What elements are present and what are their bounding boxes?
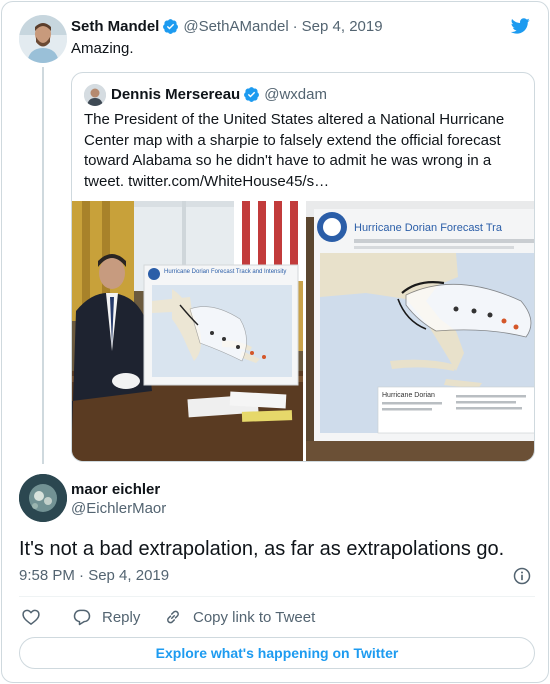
author-display-name[interactable]: Seth Mandel	[71, 18, 159, 35]
verified-badge-icon	[244, 87, 260, 102]
reply-author-handle[interactable]: @EichlerMaor	[71, 500, 166, 517]
like-button[interactable]	[21, 607, 51, 627]
right-map-title: Hurricane Dorian Forecast Tra	[354, 222, 503, 234]
tweet-date[interactable]: Sep 4, 2019	[302, 18, 383, 35]
tweet-embed-card: Seth Mandel @SethAMandel · Sep 4, 2019 A…	[1, 1, 549, 683]
quoted-author-handle[interactable]: @wxdam	[264, 86, 327, 103]
quoted-author-name[interactable]: Dennis Mersereau	[111, 86, 240, 103]
media-photo-map-closeup[interactable]: Hurricane Dorian Forecast Tra Hurricane …	[306, 201, 534, 461]
author-handle[interactable]: @SethAMandel	[183, 18, 288, 35]
heart-icon	[22, 609, 40, 625]
tweet-text: Amazing.	[71, 40, 134, 57]
avatar[interactable]	[19, 15, 67, 63]
copy-link-button[interactable]: Copy link to Tweet	[163, 607, 315, 627]
reply-avatar[interactable]	[19, 474, 67, 522]
info-icon[interactable]	[512, 566, 532, 586]
reply-label[interactable]: Reply	[102, 609, 140, 626]
twitter-bird-icon[interactable]	[509, 16, 531, 36]
thread-connector-line	[42, 67, 44, 464]
link-icon	[167, 610, 179, 624]
quoted-author-row[interactable]: Dennis Mersereau @wxdam	[111, 86, 327, 103]
quoted-media[interactable]: Hurricane Dorian Forecast Track and Inte…	[72, 201, 534, 461]
reply-text: It's not a bad extrapolation, as far as …	[19, 538, 505, 560]
explore-button[interactable]: Explore what's happening on Twitter	[19, 637, 535, 669]
left-map-title: Hurricane Dorian Forecast Track and Inte…	[164, 269, 286, 275]
author-name-row[interactable]: Seth Mandel @SethAMandel · Sep 4, 2019	[71, 18, 383, 35]
right-map-label: Hurricane Dorian	[382, 392, 435, 399]
reply-timestamp[interactable]: 9:58 PM · Sep 4, 2019	[19, 567, 169, 584]
reply-author-name[interactable]: maor eichler	[71, 481, 160, 498]
verified-badge-icon	[163, 19, 179, 34]
copy-link-label[interactable]: Copy link to Tweet	[193, 609, 315, 626]
quoted-avatar[interactable]	[84, 84, 106, 106]
quoted-tweet-text: The President of the United States alter…	[84, 111, 505, 190]
media-photo-office[interactable]: Hurricane Dorian Forecast Track and Inte…	[72, 201, 303, 461]
divider	[19, 596, 535, 597]
reply-button[interactable]: Reply	[72, 607, 140, 627]
reply-icon	[73, 609, 91, 626]
separator-dot: ·	[292, 18, 298, 35]
quoted-tweet[interactable]: Dennis Mersereau @wxdam The President of…	[71, 72, 535, 462]
